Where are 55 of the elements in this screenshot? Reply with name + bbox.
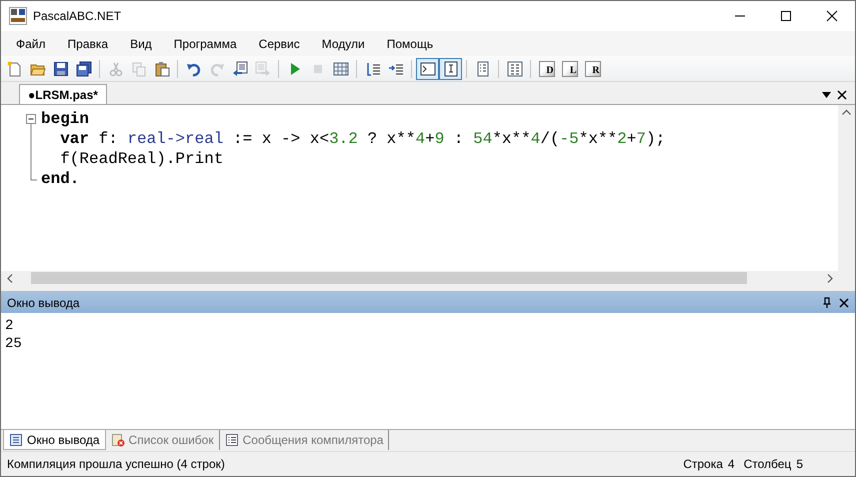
panel-title: Окно вывода	[7, 296, 81, 310]
toolbar-button[interactable]	[439, 58, 462, 80]
scroll-thumb[interactable]	[31, 272, 747, 284]
dropdown-icon[interactable]	[822, 92, 831, 98]
scroll-up-icon[interactable]	[842, 109, 851, 115]
code-line: end.	[41, 170, 80, 188]
code-line: begin	[41, 110, 90, 128]
menu-item[interactable]: Помощь	[376, 34, 444, 54]
list-icon	[224, 433, 239, 447]
menu-item[interactable]: Файл	[5, 34, 57, 54]
code-line: f(ReadReal).Print	[59, 150, 224, 168]
scissors-icon	[108, 60, 124, 76]
menu-item[interactable]: Правка	[56, 34, 120, 54]
scroll-right-icon[interactable]	[827, 274, 833, 282]
panel-tab[interactable]: Список ошибок	[106, 430, 220, 450]
panel-tab[interactable]: Окно вывода	[3, 430, 106, 450]
column-number: 5	[796, 457, 803, 471]
status-message: Компиляция прошла успешно (4 строк)	[7, 457, 226, 471]
document-arrow-icon	[232, 60, 248, 76]
window-title: PascalABC.NET	[33, 9, 122, 23]
list-icon	[474, 60, 490, 76]
text-cursor-icon	[442, 60, 458, 76]
close-icon	[826, 10, 838, 22]
line-label: Строка	[683, 457, 723, 471]
menu-item[interactable]: Программа	[162, 34, 248, 54]
indent-icon	[364, 60, 380, 76]
menu-item[interactable]: Модули	[310, 34, 376, 54]
floppy-icon	[52, 60, 68, 76]
toolbar-button[interactable]	[416, 58, 439, 80]
maximize-icon	[780, 10, 792, 22]
clipboard-error-icon	[110, 433, 125, 447]
menu-item[interactable]: Вид	[119, 34, 163, 54]
grid-icon	[332, 60, 348, 76]
close-icon[interactable]	[839, 298, 849, 308]
menu-item[interactable]: Сервис	[248, 34, 311, 54]
panel-tab[interactable]: Сообщения компилятора	[220, 430, 390, 450]
scroll-left-icon[interactable]	[7, 274, 13, 282]
minimize-icon	[734, 15, 746, 17]
output-line: 2	[5, 317, 14, 335]
column-label: Столбец	[744, 457, 792, 471]
code-line: var f: real->real := x -> x<3.2 ? x**4+9 : 54*x**4/(-5*x**2+7);	[59, 130, 666, 148]
copy-icon	[130, 60, 146, 76]
console-icon	[420, 60, 436, 76]
pin-icon[interactable]	[823, 297, 831, 308]
vertical-scrollbar[interactable]	[838, 105, 855, 271]
document-icon	[9, 432, 23, 446]
new-page-icon	[6, 60, 22, 76]
line-number: 4	[728, 457, 735, 471]
output-line: 25	[5, 335, 23, 353]
close-icon[interactable]	[837, 90, 847, 100]
document-arrow-icon	[254, 60, 270, 76]
file-tab[interactable]: ●LRSM.pas*	[19, 84, 107, 104]
app-icon	[9, 7, 27, 25]
floppies-icon	[76, 60, 92, 76]
clipboard-icon	[154, 60, 170, 76]
